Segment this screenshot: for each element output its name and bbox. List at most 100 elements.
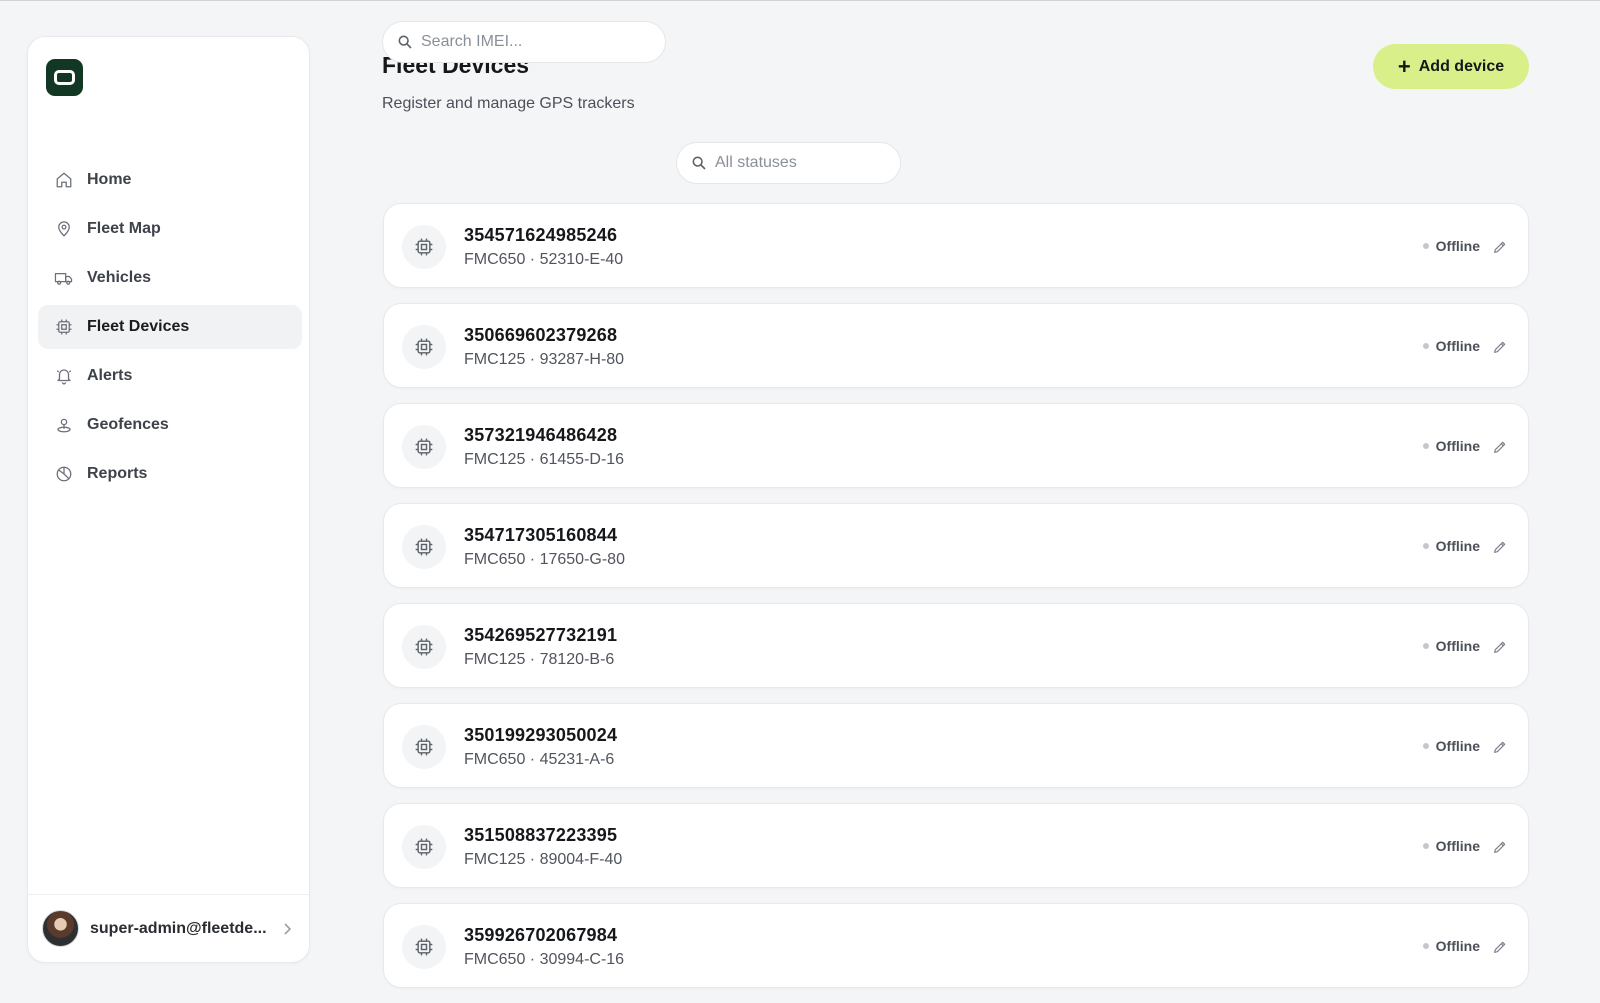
imei-search xyxy=(382,21,666,63)
avatar xyxy=(42,910,79,947)
device-imei: 350669602379268 xyxy=(464,325,618,345)
status-badge: Offline xyxy=(1422,238,1480,254)
chevron-right-icon xyxy=(282,922,292,936)
status-text: Offline xyxy=(1435,538,1480,554)
sidebar-item-geofences[interactable]: Geofences xyxy=(38,403,302,447)
sidebar-item-fleet-map[interactable]: Fleet Map xyxy=(38,207,302,251)
device-meta: FMC650 · 45231-A-6 xyxy=(464,751,615,768)
device-row[interactable]: 351508837223395 FMC125 · 89004-F-40 Offl… xyxy=(383,803,1529,888)
search-input[interactable] xyxy=(421,33,641,51)
device-row[interactable]: 350199293050024 FMC650 · 45231-A-6 Offli… xyxy=(383,703,1529,788)
pencil-icon xyxy=(1494,441,1506,453)
edit-device-button[interactable] xyxy=(1490,237,1510,257)
pencil-icon xyxy=(1494,841,1506,853)
device-row[interactable]: 350669602379268 FMC125 · 93287-H-80 Offl… xyxy=(383,303,1529,388)
status-filter[interactable]: All statuses xyxy=(676,142,901,184)
sidebar-item-label: Alerts xyxy=(87,367,133,384)
pencil-icon xyxy=(1494,941,1506,953)
status-badge: Offline xyxy=(1422,638,1480,654)
edit-device-button[interactable] xyxy=(1490,937,1510,957)
sidebar-item-label: Vehicles xyxy=(87,269,152,286)
sidebar-item-label: Reports xyxy=(87,465,148,482)
search-icon xyxy=(397,34,413,50)
app-logo[interactable] xyxy=(46,59,83,96)
device-meta: FMC125 · 78120-B-6 xyxy=(464,651,615,668)
device-row[interactable]: 359926702067984 FMC650 · 30994-C-16 Offl… xyxy=(383,903,1529,988)
chip-icon xyxy=(402,425,446,469)
chip-icon xyxy=(402,625,446,669)
device-imei: 354717305160844 xyxy=(464,525,618,545)
device-row[interactable]: 354269527732191 FMC125 · 78120-B-6 Offli… xyxy=(383,603,1529,688)
pencil-icon xyxy=(1494,541,1506,553)
window-top-border xyxy=(0,0,1600,1)
search-icon xyxy=(691,155,707,171)
device-meta: FMC650 · 52310-E-40 xyxy=(464,251,624,268)
logo-mark-icon xyxy=(54,70,75,85)
device-row[interactable]: 354571624985246 FMC650 · 52310-E-40 Offl… xyxy=(383,203,1529,288)
device-imei: 354269527732191 xyxy=(464,625,618,645)
status-dot xyxy=(1422,443,1429,449)
sidebar-item-reports[interactable]: Reports xyxy=(38,452,302,496)
device-row[interactable]: 357321946486428 FMC125 · 61455-D-16 Offl… xyxy=(383,403,1529,488)
add-device-label: Add device xyxy=(1418,57,1505,75)
device-meta: FMC125 · 93287-H-80 xyxy=(464,351,625,368)
sidebar-item-home[interactable]: Home xyxy=(38,158,302,202)
edit-device-button[interactable] xyxy=(1490,337,1510,357)
status-badge: Offline xyxy=(1422,738,1480,754)
sidebar-item-vehicles[interactable]: Vehicles xyxy=(38,256,302,300)
status-text: Offline xyxy=(1435,838,1480,854)
status-dot xyxy=(1422,643,1429,649)
device-meta: FMC125 · 61455-D-16 xyxy=(464,451,625,468)
status-badge: Offline xyxy=(1422,538,1480,554)
sidebar-item-label: Fleet Devices xyxy=(87,318,190,335)
sidebar-item-label: Home xyxy=(87,171,132,188)
status-text: Offline xyxy=(1435,638,1480,654)
bell-icon xyxy=(54,367,73,386)
edit-device-button[interactable] xyxy=(1490,537,1510,557)
device-meta: FMC650 · 30994-C-16 xyxy=(464,951,625,968)
pencil-icon xyxy=(1494,741,1506,753)
device-imei: 354571624985246 xyxy=(464,225,618,245)
status-text: Offline xyxy=(1435,938,1480,954)
edit-device-button[interactable] xyxy=(1490,837,1510,857)
device-row[interactable]: 354717305160844 FMC650 · 17650-G-80 Offl… xyxy=(383,503,1529,588)
edit-device-button[interactable] xyxy=(1490,437,1510,457)
chip-icon xyxy=(402,525,446,569)
pencil-icon xyxy=(1494,341,1506,353)
sidebar-item-label: Fleet Map xyxy=(87,220,161,237)
status-text: Offline xyxy=(1435,738,1480,754)
add-device-button[interactable]: + Add device xyxy=(1373,44,1529,89)
user-email: super-admin@fleetde... xyxy=(90,919,267,937)
chip-icon xyxy=(402,725,446,769)
status-text: Offline xyxy=(1435,338,1480,354)
edit-device-button[interactable] xyxy=(1490,637,1510,657)
status-badge: Offline xyxy=(1422,338,1480,354)
pencil-icon xyxy=(1494,641,1506,653)
plus-icon: + xyxy=(1397,53,1411,79)
status-text: Offline xyxy=(1435,438,1480,454)
pie-chart-icon xyxy=(54,465,73,484)
edit-device-button[interactable] xyxy=(1490,737,1510,757)
sidebar-item-fleet-devices[interactable]: Fleet Devices xyxy=(38,305,302,349)
device-meta: FMC125 · 89004-F-40 xyxy=(464,851,623,868)
device-list: 354571624985246 FMC650 · 52310-E-40 Offl… xyxy=(383,203,1529,1003)
status-badge: Offline xyxy=(1422,838,1480,854)
chip-icon xyxy=(54,318,73,337)
status-badge: Offline xyxy=(1422,438,1480,454)
device-imei: 357321946486428 xyxy=(464,425,618,445)
status-text: Offline xyxy=(1435,238,1480,254)
device-imei: 350199293050024 xyxy=(464,725,618,745)
device-meta: FMC650 · 17650-G-80 xyxy=(464,551,625,568)
chip-icon xyxy=(402,325,446,369)
map-pin-icon xyxy=(54,220,73,239)
sidebar-item-label: Geofences xyxy=(87,416,169,433)
chip-icon xyxy=(402,925,446,969)
device-imei: 351508837223395 xyxy=(464,825,618,845)
sidebar-item-alerts[interactable]: Alerts xyxy=(38,354,302,398)
status-dot xyxy=(1422,943,1429,949)
status-dot xyxy=(1422,543,1429,549)
device-imei: 359926702067984 xyxy=(464,925,618,945)
sidebar: Home Fleet Map Vehicles Fleet Devices Al… xyxy=(27,36,310,963)
pencil-icon xyxy=(1494,241,1506,253)
user-menu[interactable]: super-admin@fleetde... xyxy=(28,894,309,962)
